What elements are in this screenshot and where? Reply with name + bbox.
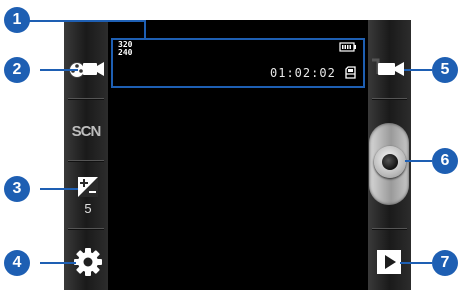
divider <box>68 98 104 100</box>
gear-icon[interactable] <box>73 247 103 277</box>
divider <box>372 98 407 100</box>
callout-4: 4 <box>4 250 30 276</box>
recording-timer: 01:02:02 <box>270 66 336 80</box>
play-icon[interactable] <box>377 250 401 274</box>
callout-6: 6 <box>432 148 458 174</box>
divider <box>68 160 104 162</box>
callout-1-leader <box>144 20 146 40</box>
callout-2-leader <box>40 69 78 71</box>
divider <box>68 228 104 230</box>
callout-3-leader <box>40 188 78 190</box>
scene-mode-label[interactable]: SCN <box>68 123 104 140</box>
callout-7: 7 <box>432 250 458 276</box>
callout-1-leader <box>28 20 146 22</box>
camcorder-icon[interactable] <box>377 60 405 78</box>
battery-icon <box>339 42 356 52</box>
resolution-indicator: 320 240 <box>118 41 132 57</box>
callout-1: 1 <box>4 7 30 33</box>
resolution-height: 240 <box>118 48 133 57</box>
exposure-value: 5 <box>84 201 92 216</box>
callout-7-leader <box>400 262 432 264</box>
callout-2: 2 <box>4 57 30 83</box>
callout-5-leader <box>404 69 432 71</box>
divider <box>372 228 407 230</box>
shutter-lens-icon <box>382 154 398 170</box>
callout-6-leader <box>405 160 432 162</box>
callout-4-leader <box>40 262 76 264</box>
exposure-icon[interactable] <box>77 176 99 198</box>
callout-3: 3 <box>4 176 30 202</box>
indicator-highlight-box <box>111 38 365 88</box>
memory-card-icon <box>345 66 356 79</box>
callout-5: 5 <box>432 57 458 83</box>
